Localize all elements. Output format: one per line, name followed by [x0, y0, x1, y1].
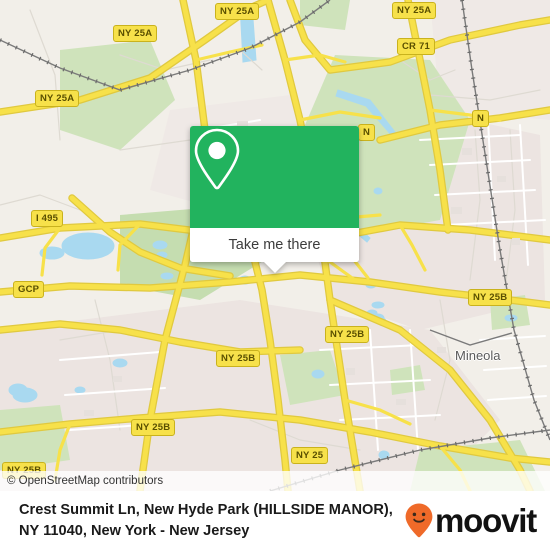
popup-body: Take me there [190, 126, 359, 262]
road-shield: NY 25B [131, 419, 176, 436]
road-shield: I 495 [31, 210, 64, 227]
take-me-there-label[interactable]: Take me there [190, 228, 359, 262]
road-shield: NY 25 [291, 447, 329, 464]
road-shield: NY 25B [216, 350, 261, 367]
popup-pointer-tail [263, 262, 286, 273]
road-shield: N [472, 110, 490, 127]
map-canvas[interactable]: .rdY{stroke:#f7e14a;stroke-linecap:round… [0, 0, 550, 491]
road-shield: NY 25A [113, 25, 158, 42]
road-shield: CR 71 [397, 38, 435, 55]
road-shield: N [358, 124, 376, 141]
popup-marker-area [190, 126, 359, 228]
road-shield: GCP [13, 281, 45, 298]
map-place-label: Mineola [455, 348, 501, 363]
moovit-map-screenshot: .rdY{stroke:#f7e14a;stroke-linecap:round… [0, 0, 550, 550]
map-pin-icon [194, 128, 240, 190]
footer-bar: Crest Summit Ln, New Hyde Park (HILLSIDE… [0, 491, 550, 550]
location-popup-card[interactable]: Take me there [190, 126, 359, 273]
road-shield: NY 25A [215, 3, 260, 20]
road-shield: NY 25B [325, 326, 370, 343]
road-shield: NY 25A [392, 2, 437, 19]
map-attribution[interactable]: © OpenStreetMap contributors [0, 471, 550, 491]
moovit-brand[interactable]: moovit [404, 502, 550, 540]
road-shield: NY 25A [35, 90, 80, 107]
location-caption: Crest Summit Ln, New Hyde Park (HILLSIDE… [19, 501, 393, 539]
road-shield: NY 25B [468, 289, 513, 306]
moovit-smiley-pin-icon [405, 503, 433, 537]
moovit-wordmark: moovit [435, 501, 537, 539]
